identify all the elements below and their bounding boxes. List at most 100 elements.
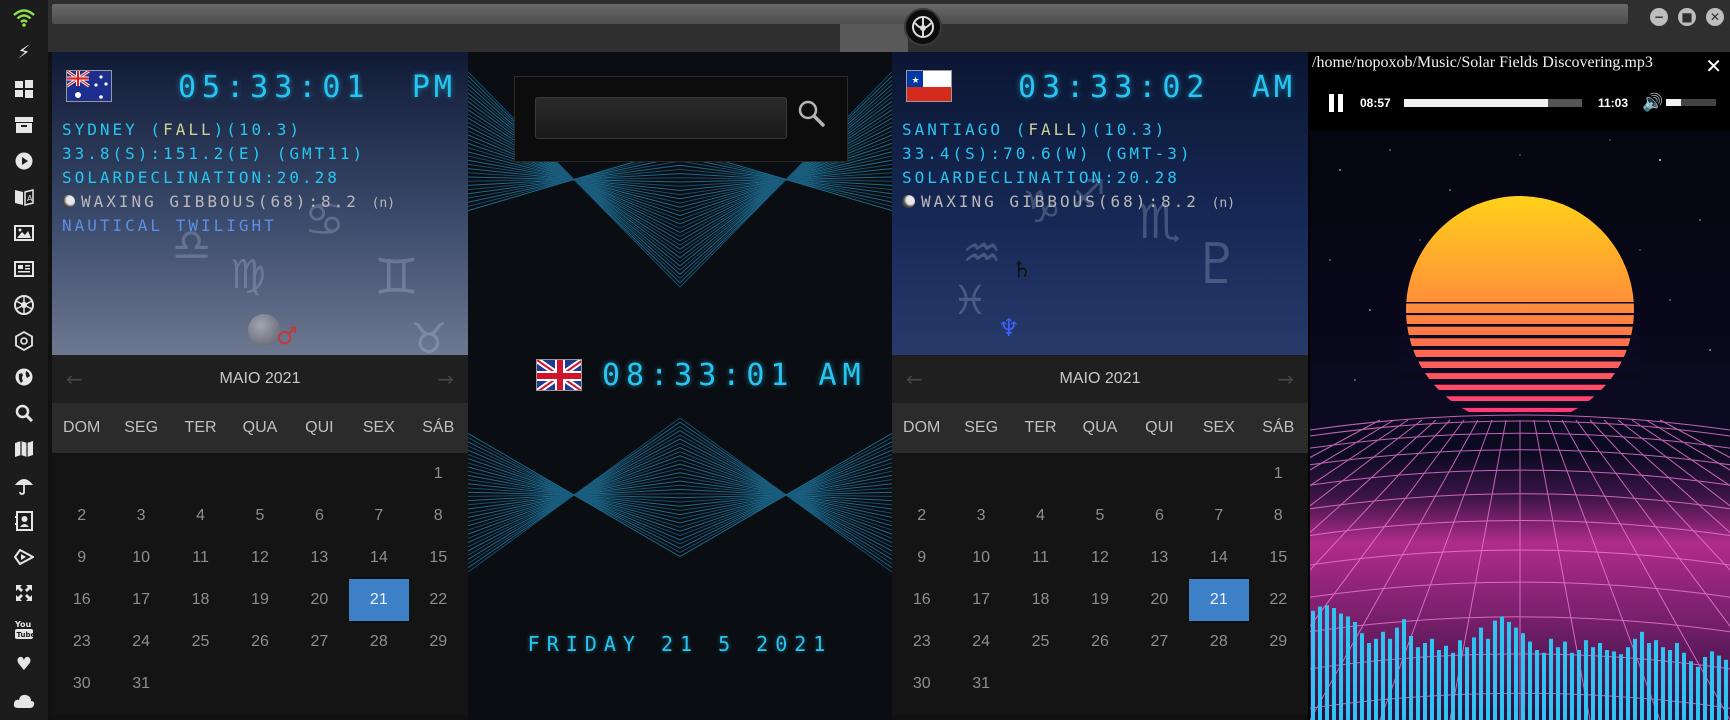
calendar-day[interactable]: 25 [1011, 621, 1070, 663]
youtube-icon[interactable]: You Tube [12, 617, 36, 641]
calendar-day[interactable]: 21 [1189, 579, 1249, 621]
calendar-day[interactable]: 1 [409, 453, 468, 495]
calendar-day[interactable]: 2 [52, 495, 111, 537]
calendar-day[interactable]: 29 [409, 621, 468, 663]
calendar-day[interactable]: 9 [892, 537, 951, 579]
calendar-day[interactable]: 20 [1130, 579, 1189, 621]
calendar-day[interactable]: 4 [1011, 495, 1070, 537]
calendar-day[interactable]: 12 [230, 537, 289, 579]
prev-month-button[interactable]: ← [66, 367, 83, 391]
calendar-day[interactable]: 21 [349, 579, 409, 621]
spectrum-bar [1689, 661, 1693, 720]
calendar-day[interactable]: 17 [111, 579, 170, 621]
rebel-alliance-icon[interactable] [12, 293, 36, 317]
calendar-day[interactable]: 26 [230, 621, 289, 663]
bandcamp-icon[interactable] [12, 545, 36, 569]
volume-slider[interactable] [1666, 99, 1716, 106]
translate-icon[interactable]: A [12, 185, 36, 209]
calendar-day[interactable]: 1 [1249, 453, 1308, 495]
calendar-day[interactable]: 18 [171, 579, 230, 621]
prev-month-button[interactable]: ← [906, 367, 923, 391]
calendar-day[interactable]: 4 [171, 495, 230, 537]
calendar-day[interactable]: 23 [892, 621, 951, 663]
pause-button[interactable] [1328, 94, 1344, 112]
calendar-day[interactable]: 14 [1189, 537, 1248, 579]
calendar-day[interactable]: 14 [349, 537, 408, 579]
calendar-day[interactable]: 27 [290, 621, 349, 663]
calendar-day[interactable]: 9 [52, 537, 111, 579]
search-button[interactable] [797, 99, 833, 135]
calendar-day[interactable]: 28 [349, 621, 408, 663]
calendar-day[interactable]: 16 [892, 579, 951, 621]
calendar-day[interactable]: 11 [171, 537, 230, 579]
heart-icon[interactable]: ♥ [12, 653, 36, 677]
search-input[interactable] [535, 97, 787, 139]
close-player-button[interactable]: ✕ [1705, 54, 1722, 78]
wifi-icon[interactable] [12, 6, 36, 30]
calendar-day[interactable]: 31 [111, 663, 170, 705]
map-icon[interactable] [12, 437, 36, 461]
calendar-day[interactable]: 31 [951, 663, 1010, 705]
calendar-day[interactable]: 7 [349, 495, 408, 537]
inbox-icon[interactable] [12, 113, 36, 137]
cloud-icon[interactable] [12, 689, 36, 713]
calendar-day[interactable]: 26 [1070, 621, 1129, 663]
calendar-day[interactable]: 6 [290, 495, 349, 537]
calendar-day[interactable]: 8 [409, 495, 468, 537]
next-month-button[interactable]: → [1277, 367, 1294, 391]
rebel-alliance-emblem-icon[interactable] [904, 8, 942, 46]
seek-bar[interactable] [1404, 99, 1582, 107]
spectrum-bar [1367, 643, 1371, 720]
calendar-day[interactable]: 28 [1189, 621, 1248, 663]
calendar-day[interactable]: 29 [1249, 621, 1308, 663]
calendar-day[interactable]: 10 [951, 537, 1010, 579]
umbrella-icon[interactable] [12, 473, 36, 497]
calendar-day[interactable]: 12 [1070, 537, 1129, 579]
calendar-day[interactable]: 15 [1249, 537, 1308, 579]
calendar-day[interactable]: 22 [1249, 579, 1308, 621]
calendar-day[interactable]: 24 [111, 621, 170, 663]
contacts-icon[interactable] [12, 509, 36, 533]
fullscreen-icon[interactable] [12, 581, 36, 605]
calendar-day[interactable]: 30 [892, 663, 951, 705]
calendar-day[interactable]: 24 [951, 621, 1010, 663]
calendar-day[interactable]: 10 [111, 537, 170, 579]
play-icon[interactable] [12, 149, 36, 173]
windows-icon[interactable] [12, 77, 36, 101]
news-icon[interactable] [12, 257, 36, 281]
calendar-day[interactable]: 13 [290, 537, 349, 579]
speaker-icon[interactable]: 🔊 [1642, 93, 1663, 113]
calendar-day[interactable]: 5 [230, 495, 289, 537]
maximize-button[interactable]: ■ [1678, 8, 1696, 26]
globe-icon[interactable] [12, 365, 36, 389]
calendar-day[interactable]: 16 [52, 579, 111, 621]
calendar-day[interactable]: 17 [951, 579, 1010, 621]
calendar-day[interactable]: 22 [409, 579, 468, 621]
calendar-day[interactable]: 5 [1070, 495, 1129, 537]
calendar-day[interactable]: 2 [892, 495, 951, 537]
calendar-day[interactable]: 11 [1011, 537, 1070, 579]
lightning-icon[interactable]: ⚡ [12, 41, 36, 65]
calendar-day[interactable]: 27 [1130, 621, 1189, 663]
calendar-day[interactable]: 6 [1130, 495, 1189, 537]
calendar-day[interactable]: 19 [1070, 579, 1129, 621]
calendar-day[interactable]: 3 [951, 495, 1010, 537]
close-window-button[interactable]: ✕ [1706, 8, 1724, 26]
image-icon[interactable] [12, 221, 36, 245]
search-icon[interactable] [12, 401, 36, 425]
calendar-day[interactable]: 15 [409, 537, 468, 579]
sydney-ampm: PM [411, 70, 456, 105]
calendar-day[interactable]: 23 [52, 621, 111, 663]
calendar-day[interactable]: 20 [290, 579, 349, 621]
calendar-day[interactable]: 3 [111, 495, 170, 537]
steam-icon[interactable] [12, 329, 36, 353]
calendar-day[interactable]: 30 [52, 663, 111, 705]
minimize-button[interactable]: − [1650, 8, 1668, 26]
calendar-day[interactable]: 8 [1249, 495, 1308, 537]
calendar-day[interactable]: 7 [1189, 495, 1248, 537]
calendar-day[interactable]: 19 [230, 579, 289, 621]
calendar-day[interactable]: 25 [171, 621, 230, 663]
calendar-day[interactable]: 18 [1011, 579, 1070, 621]
next-month-button[interactable]: → [437, 367, 454, 391]
calendar-day[interactable]: 13 [1130, 537, 1189, 579]
